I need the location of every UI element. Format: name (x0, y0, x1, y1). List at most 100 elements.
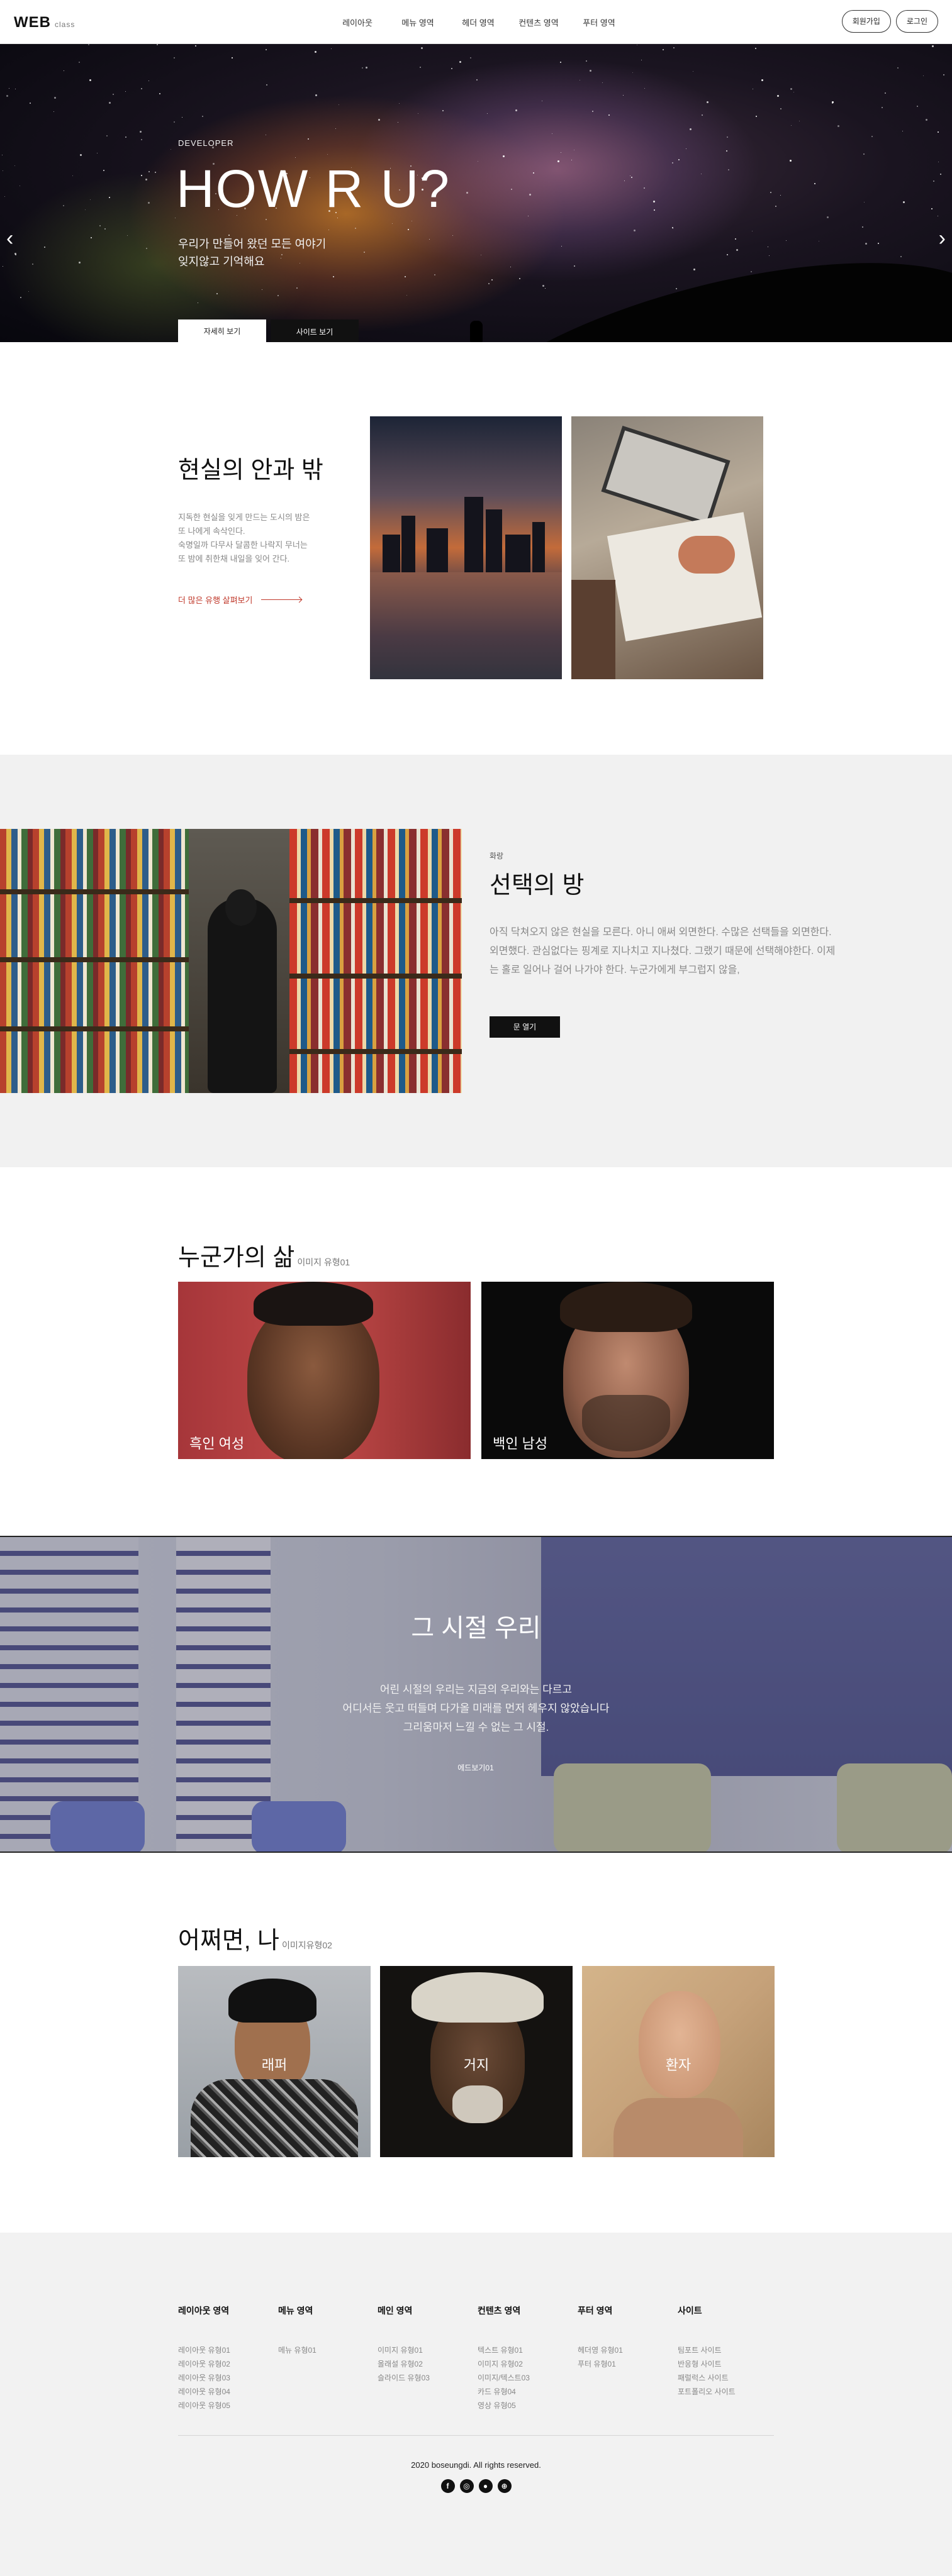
footer-link[interactable]: 메뉴 유형01 (278, 2343, 372, 2357)
section-description: 아직 닥쳐오지 않은 현실을 모른다. 아니 애써 외면한다. 수많은 선택들을… (490, 927, 836, 975)
star-dot (295, 157, 296, 158)
star-dot (871, 136, 873, 137)
star-dot (488, 283, 490, 284)
dribbble-icon[interactable]: ⊕ (497, 2479, 512, 2493)
star-dot (434, 274, 435, 275)
star-dot (832, 103, 833, 104)
section-title: 현실의 안과 밖 (178, 457, 323, 484)
star-dot (775, 206, 776, 207)
portrait-face (639, 1991, 720, 2098)
portrait-card[interactable]: 흑인 여성 (178, 1282, 471, 1459)
open-door-button[interactable]: 문 열기 (490, 1016, 560, 1038)
star-dot (148, 202, 150, 204)
star-dot (631, 177, 632, 178)
section-someones-life: 누군가의 삶 이미지 유형01 흑인 여성 백인 남성 (0, 1167, 952, 1536)
portrait-card[interactable]: 환자 (582, 1966, 775, 2157)
chevron-right-icon[interactable]: › (939, 226, 946, 251)
nav-item-footer[interactable]: 푸터 영역 (569, 16, 629, 28)
footer-link[interactable]: 헤더영 유형01 (578, 2343, 672, 2357)
footer-link[interactable]: 패럴럭스 사이트 (678, 2371, 772, 2385)
nav-item-contents[interactable]: 컨텐츠 영역 (508, 16, 569, 28)
section-title-text: 누군가의 삶 (178, 1245, 295, 1271)
footer-link[interactable]: 포트폴리오 사이트 (678, 2385, 772, 2399)
star-dot (864, 202, 865, 203)
footer-column-title: 메뉴 영역 (278, 2306, 313, 2316)
star-dot (940, 174, 941, 175)
star-dot (28, 291, 29, 292)
star-dot (770, 192, 771, 193)
star-dot (174, 57, 175, 58)
hero-silhouette (470, 321, 483, 342)
star-dot (632, 72, 633, 73)
footer-column-main: 메인 영역 이미지 유형01 올래설 유형02 슬라이드 유형03 (378, 2304, 472, 2385)
portrait-card[interactable]: 거지 (380, 1966, 573, 2157)
nav-item-menu[interactable]: 메뉴 영역 (388, 16, 448, 28)
description-line: 지독한 현실을 잊게 만드는 도시의 밤은 (178, 513, 310, 522)
star-dot (266, 49, 267, 50)
star-dot (442, 110, 444, 111)
footer-link[interactable]: 반응형 사이트 (678, 2357, 772, 2371)
star-dot (503, 155, 505, 157)
star-dot (574, 265, 575, 267)
desk-edge (571, 580, 615, 679)
chevron-left-icon[interactable]: ‹ (6, 226, 13, 251)
logo[interactable]: WEB class (14, 14, 75, 31)
footer-link[interactable]: 카드 유형04 (478, 2385, 572, 2399)
footer-link[interactable]: 팀포트 사이트 (678, 2343, 772, 2357)
star-dot (932, 45, 934, 47)
footer-link[interactable]: 슬라이드 유형03 (378, 2371, 472, 2385)
star-dot (277, 295, 279, 296)
nav-item-header[interactable]: 헤더 영역 (448, 16, 508, 28)
star-dot (159, 93, 160, 94)
footer-link[interactable]: 이미지 유형02 (478, 2357, 572, 2371)
star-dot (542, 285, 544, 287)
nav-item-layout[interactable]: 레이아웃 (327, 16, 388, 28)
star-dot (885, 92, 886, 94)
footer-link[interactable]: 영상 유형05 (478, 2399, 572, 2412)
star-dot (335, 128, 336, 129)
footer-link[interactable]: 레이아웃 유형03 (178, 2371, 272, 2385)
section-title: 어쩌면, 나 이미지유형02 (178, 1921, 332, 1955)
site-button[interactable]: 사이트 보기 (271, 319, 359, 342)
portrait-beard (582, 1395, 670, 1452)
star-dot (690, 128, 692, 130)
portrait-card[interactable]: 백인 남성 (481, 1282, 774, 1459)
section-title: 누군가의 삶 이미지 유형01 (178, 1238, 350, 1272)
login-button[interactable]: 로그인 (895, 10, 938, 33)
more-trends-link[interactable]: 더 많은 유행 살펴보기 (178, 594, 302, 606)
facebook-icon[interactable]: f (440, 2479, 455, 2493)
footer-link[interactable]: 올래설 유형02 (378, 2357, 472, 2371)
star-dot (355, 228, 356, 229)
star-dot (487, 113, 488, 114)
star-dot (451, 68, 452, 69)
star-dot (145, 179, 147, 180)
footer-link[interactable]: 레이아웃 유형02 (178, 2357, 272, 2371)
star-dot (459, 61, 461, 63)
github-icon[interactable]: ● (478, 2479, 493, 2493)
star-dot (827, 216, 829, 218)
hero-subtitle-line: 우리가 만들어 왔던 모든 여야기 (178, 238, 327, 250)
star-dot (790, 160, 792, 162)
portrait-card[interactable]: 래퍼 (178, 1966, 371, 2157)
desk-work-photo (571, 416, 763, 679)
footer-link[interactable]: 레이아웃 유형05 (178, 2399, 272, 2412)
star-dot (392, 223, 393, 224)
star-dot (863, 153, 865, 155)
footer-link[interactable]: 레이아웃 유형04 (178, 2385, 272, 2399)
footer-link[interactable]: 푸터 유형01 (578, 2357, 672, 2371)
star-dot (315, 94, 317, 96)
portrait-cap (228, 1979, 316, 2023)
footer-link[interactable]: 레이아웃 유형01 (178, 2343, 272, 2357)
instagram-icon[interactable]: ◎ (459, 2479, 474, 2493)
signup-button[interactable]: 회원가입 (841, 10, 891, 33)
main-nav: 레이아웃 메뉴 영역 헤더 영역 컨텐츠 영역 푸터 영역 (327, 16, 629, 28)
footer-link[interactable]: 텍스트 유형01 (478, 2343, 572, 2357)
footer-link[interactable]: 이미지 유형01 (378, 2343, 472, 2357)
star-dot (519, 278, 520, 279)
portrait-label: 흑인 여성 (189, 1436, 245, 1452)
detail-button[interactable]: 자세히 보기 (178, 319, 266, 342)
footer-link[interactable]: 이미지/텍스트03 (478, 2371, 572, 2385)
star-dot (756, 116, 757, 117)
star-dot (30, 103, 31, 104)
view-more-button[interactable]: 에드보기01 (443, 1758, 508, 1777)
